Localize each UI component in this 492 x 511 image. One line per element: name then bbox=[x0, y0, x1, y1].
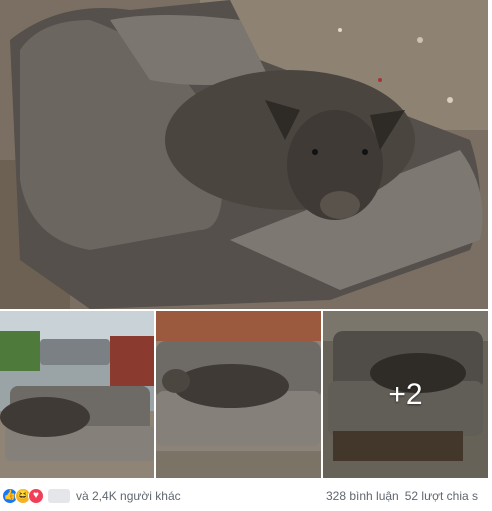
pig-lying-on-sofa-image bbox=[156, 311, 321, 478]
photo-thumbnail-1[interactable] bbox=[0, 311, 154, 478]
sofa-in-yard-image bbox=[0, 311, 154, 478]
reaction-icons[interactable]: 👍 😆 ♥ bbox=[2, 487, 44, 504]
shares-count[interactable]: 52 lượt chia s bbox=[405, 489, 478, 503]
comments-count[interactable]: 328 bình luận bbox=[326, 489, 399, 503]
reaction-summary[interactable]: và 2,4K người khác bbox=[76, 489, 181, 503]
post-footer: 👍 😆 ♥ và 2,4K người khác 328 bình luận 5… bbox=[0, 480, 492, 511]
more-photos-overlay[interactable]: +2 bbox=[323, 311, 488, 478]
main-photo[interactable] bbox=[0, 0, 488, 309]
post-photo-grid: +2 bbox=[0, 0, 492, 478]
pig-on-sofa-image bbox=[0, 0, 488, 309]
post-stats: 328 bình luận 52 lượt chia s bbox=[326, 489, 478, 503]
photo-thumbnail-2[interactable] bbox=[156, 311, 321, 478]
photo-thumbnail-3[interactable]: +2 bbox=[323, 311, 488, 478]
blurred-name bbox=[48, 488, 70, 503]
love-icon: ♥ bbox=[28, 487, 44, 504]
